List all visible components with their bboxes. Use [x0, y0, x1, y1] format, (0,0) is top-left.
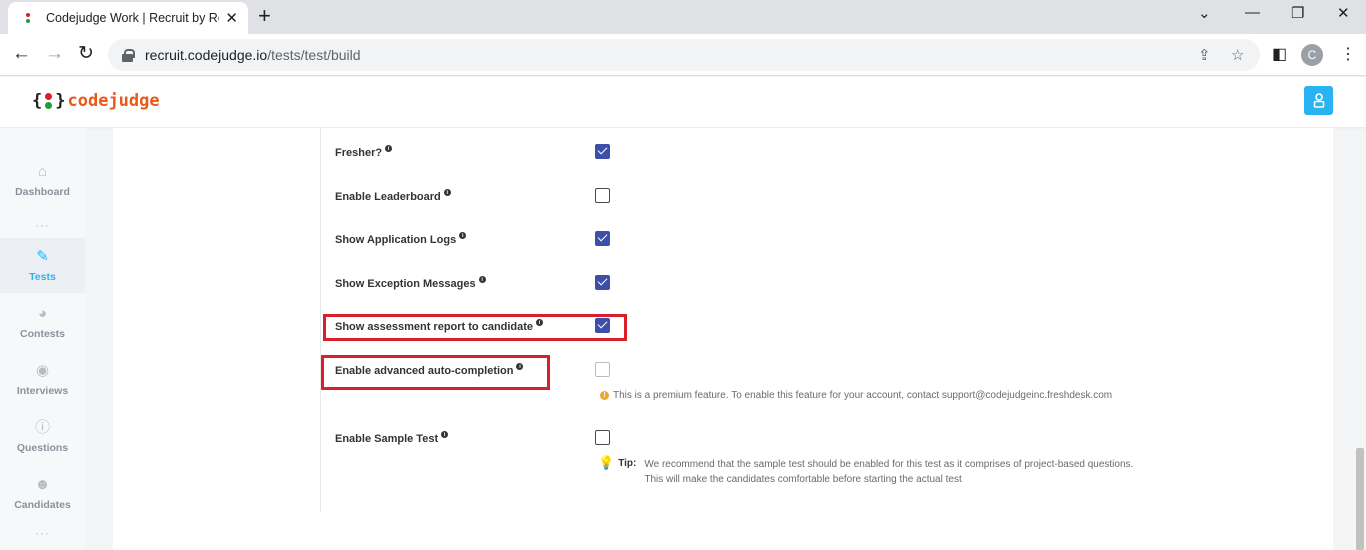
reload-icon[interactable]: ↻ — [78, 43, 94, 65]
info-icon[interactable]: i — [459, 232, 467, 239]
info-icon[interactable]: i — [385, 145, 393, 152]
sidebar-item-label: Dashboard — [15, 185, 70, 198]
home-icon: ⌂ — [37, 162, 48, 180]
setting-label-show-application-logs: Show Application Logs i — [335, 232, 467, 246]
sidebar-item-tests[interactable]: ✎ Tests — [0, 238, 85, 293]
warning-info-icon: ! — [600, 391, 609, 400]
logo-open-brace: { — [32, 91, 43, 111]
browser-menu-icon[interactable]: ⋮ — [1340, 44, 1356, 64]
question-circle-icon: ⓘ — [34, 418, 50, 436]
sidebar-item-label: Questions — [16, 441, 69, 454]
sidebar-item-questions[interactable]: ⓘ Questions — [0, 409, 85, 464]
user-icon — [1313, 93, 1324, 108]
sidebar: ⌂ Dashboard ··· ✎ Tests ◕ Contests ◉ Int… — [0, 128, 85, 550]
sidebar-item-dashboard[interactable]: ⌂ Dashboard — [0, 153, 85, 208]
info-icon[interactable]: i — [536, 319, 544, 326]
podcast-icon: ◉ — [35, 361, 50, 379]
back-arrow-icon[interactable]: ← — [12, 43, 31, 65]
minimize-icon[interactable]: — — [1245, 4, 1260, 21]
sidebar-item-candidates[interactable]: ☻ Candidates — [0, 466, 85, 521]
pie-chart-icon: ◕ — [37, 304, 48, 322]
url-host: recruit.codejudge.io — [145, 47, 268, 63]
pen-icon: ✎ — [36, 247, 49, 265]
tip-text: We recommend that the sample test should… — [644, 459, 1134, 485]
info-icon[interactable]: i — [516, 363, 524, 370]
premium-feature-note: ! This is a premium feature. To enable t… — [600, 390, 1112, 401]
sidebar-item-label: Candidates — [14, 498, 71, 511]
setting-label-enable-auto-completion: Enable advanced auto-completion i — [335, 363, 524, 377]
tab-close-icon[interactable]: ✕ — [225, 9, 238, 27]
logo-close-brace: } — [55, 91, 66, 111]
tab-title: Codejudge Work | Recruit by Rea — [46, 11, 220, 25]
app-header: { } codejudge — [0, 77, 1366, 127]
new-tab-button[interactable]: + — [258, 5, 271, 27]
tab-search-chevron-icon[interactable]: ⌄ — [1198, 4, 1211, 22]
lock-icon[interactable] — [122, 48, 135, 62]
profile-avatar[interactable]: C — [1301, 44, 1323, 66]
info-icon[interactable]: i — [443, 189, 451, 196]
users-icon: ☻ — [34, 475, 51, 493]
info-icon[interactable]: i — [478, 276, 486, 283]
side-panel-icon[interactable]: ◧ — [1272, 44, 1287, 64]
browser-tab-bar: Codejudge Work | Recruit by Rea ✕ + ⌄ — … — [0, 0, 1366, 34]
address-bar[interactable]: recruit.codejudge.io /tests/test/build ⇪… — [108, 39, 1260, 71]
url-path: /tests/test/build — [267, 47, 361, 63]
checkbox-enable-sample-test[interactable] — [595, 430, 610, 445]
page-scrollbar[interactable] — [1356, 448, 1364, 550]
browser-tab[interactable]: Codejudge Work | Recruit by Rea ✕ — [8, 2, 248, 34]
checkbox-show-application-logs[interactable] — [595, 231, 610, 246]
test-settings-panel: Fresher? i Enable Leaderboard i Show Appli… — [113, 128, 1333, 550]
share-icon[interactable]: ⇪ — [1198, 46, 1211, 64]
user-profile-button[interactable] — [1304, 86, 1333, 115]
sidebar-dots-icon: ··· — [35, 218, 50, 232]
logo-text: codejudge — [67, 91, 160, 111]
info-icon[interactable]: i — [441, 431, 449, 438]
setting-label-show-assessment-report: Show assessment report to candidate i — [335, 319, 544, 333]
sidebar-item-label: Contests — [20, 327, 65, 340]
sidebar-item-label: Interviews — [16, 384, 69, 397]
lightbulb-icon: 💡 — [598, 455, 615, 470]
sidebar-item-contests[interactable]: ◕ Contests — [0, 295, 85, 350]
checkbox-enable-leaderboard[interactable] — [595, 188, 610, 203]
browser-toolbar: ← → ↻ recruit.codejudge.io /tests/test/b… — [0, 34, 1366, 76]
tip-label: Tip: — [618, 458, 637, 469]
restore-icon[interactable]: ❐ — [1291, 4, 1304, 22]
sidebar-item-label: Tests — [29, 270, 56, 283]
forward-arrow-icon[interactable]: → — [45, 43, 64, 65]
setting-label-enable-leaderboard: Enable Leaderboard i — [335, 189, 451, 203]
checkbox-show-assessment-report[interactable] — [595, 318, 610, 333]
window-close-icon[interactable]: ✕ — [1337, 4, 1350, 22]
sample-test-tip: 💡 Tip: We recommend that the sample test… — [598, 455, 1244, 487]
logo-dots-icon — [45, 92, 53, 110]
checkbox-fresher[interactable] — [595, 144, 610, 159]
sidebar-item-interviews[interactable]: ◉ Interviews — [0, 352, 85, 407]
codejudge-favicon-icon — [20, 10, 36, 26]
checkbox-enable-auto-completion[interactable] — [595, 362, 610, 377]
sidebar-dots-icon: ··· — [35, 526, 50, 540]
setting-label-show-exception-messages: Show Exception Messages i — [335, 276, 486, 290]
codejudge-logo[interactable]: { } codejudge — [32, 91, 160, 111]
setting-label-enable-sample-test: Enable Sample Test i — [335, 431, 449, 445]
checkbox-show-exception-messages[interactable] — [595, 275, 610, 290]
divider — [320, 128, 321, 512]
setting-label-fresher: Fresher? i — [335, 145, 393, 159]
bookmark-star-icon[interactable]: ☆ — [1231, 46, 1244, 64]
